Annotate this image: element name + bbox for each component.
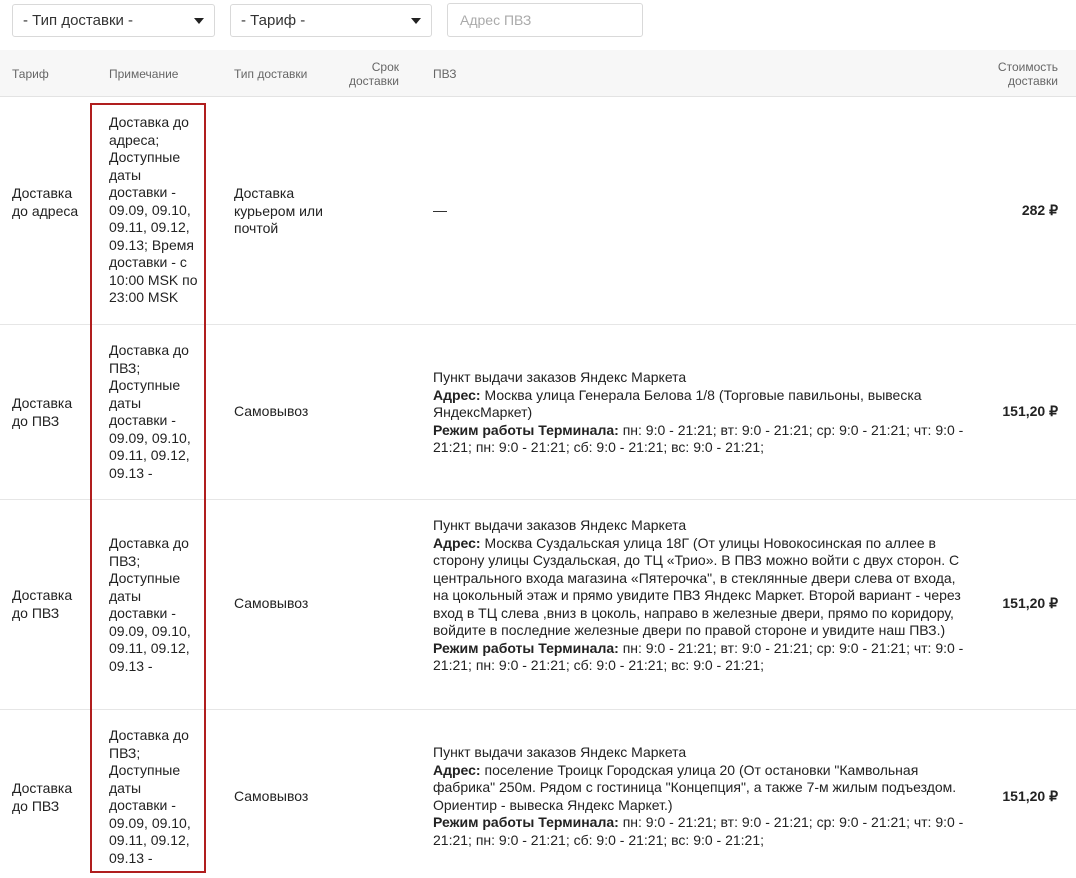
cell-tariff: Доставка до ПВЗ (12, 395, 73, 429)
cell-delivery-type: Самовывоз (234, 788, 309, 804)
cell-note: Доставка до адреса; Доступные даты доста… (109, 114, 198, 305)
cell-tariff: Доставка до ПВЗ (12, 780, 73, 814)
header-cost-line1: Стоимость (997, 60, 1058, 74)
pvz-address-input[interactable]: Адрес ПВЗ (447, 3, 643, 37)
table-row: Доставка до ПВЗ Доставка до ПВЗ; Доступн… (0, 500, 1076, 710)
pvz-hours: Режим работы Терминала: пн: 9:0 - 21:21;… (433, 640, 973, 675)
table-row: Доставка до ПВЗ Доставка до ПВЗ; Доступн… (0, 710, 1076, 878)
pvz-hours: Режим работы Терминала: пн: 9:0 - 21:21;… (433, 814, 973, 849)
delivery-type-select-value: - Тип доставки - (23, 12, 134, 29)
cell-tariff: Доставка до адреса (12, 185, 79, 219)
pvz-title: Пункт выдачи заказов Яндекс Маркета (433, 517, 687, 533)
pvz-address-text: Москва улица Генерала Белова 1/8 (Торгов… (433, 386, 922, 421)
delivery-type-select[interactable]: - Тип доставки - (12, 4, 215, 37)
cell-cost: 151,20 ₽ (1002, 788, 1058, 804)
pvz-hours-label: Режим работы Терминала: (433, 421, 619, 438)
header-note: Примечание (109, 67, 179, 81)
pvz-title: Пункт выдачи заказов Яндекс Маркета (433, 744, 687, 760)
cell-delivery-type: Самовывоз (234, 595, 309, 611)
pvz-address-label: Адрес: (433, 386, 481, 403)
cell-cost: 151,20 ₽ (1002, 403, 1058, 419)
pvz-address: Адрес: поселение Троицк Городская улица … (433, 762, 973, 815)
cell-delivery-type: Самовывоз (234, 403, 309, 419)
cell-tariff: Доставка до ПВЗ (12, 587, 73, 621)
header-delivery-term: Срок доставки (340, 60, 399, 88)
tariff-select-value: - Тариф - (241, 12, 306, 29)
table-row: Доставка до адреса Доставка до адреса; Д… (0, 97, 1076, 325)
header-delivery-type: Тип доставки (234, 67, 308, 81)
tariff-select[interactable]: - Тариф - (230, 4, 432, 37)
cell-note: Доставка до ПВЗ; Доступные даты доставки… (109, 727, 191, 866)
pvz-address-placeholder: Адрес ПВЗ (460, 12, 532, 28)
pvz-address-text: Москва Суздальская улица 18Г (От улицы Н… (433, 534, 961, 639)
header-delivery-term-line1: Срок (371, 60, 399, 74)
cell-pvz: Пункт выдачи заказов Яндекс Маркета Адре… (433, 744, 973, 849)
pvz-address: Адрес: Москва Суздальская улица 18Г (От … (433, 535, 973, 640)
header-cost-line2: доставки (1007, 74, 1058, 88)
header-cost: Стоимость доставки (998, 60, 1058, 88)
chevron-down-icon (411, 18, 421, 24)
pvz-title: Пункт выдачи заказов Яндекс Маркета (433, 369, 687, 385)
pvz-hours-label: Режим работы Терминала: (433, 639, 619, 656)
cell-pvz: Пункт выдачи заказов Яндекс Маркета Адре… (433, 517, 973, 675)
filter-bar: - Тип доставки - - Тариф - Адрес ПВЗ (0, 0, 1076, 50)
pvz-address: Адрес: Москва улица Генерала Белова 1/8 … (433, 387, 973, 422)
table-header: Тариф Примечание Тип доставки Срок доста… (0, 50, 1076, 97)
pvz-address-text: поселение Троицк Городская улица 20 (От … (433, 761, 957, 813)
cell-pvz: Пункт выдачи заказов Яндекс Маркета Адре… (433, 369, 973, 457)
cell-pvz: — (433, 202, 447, 218)
cell-note: Доставка до ПВЗ; Доступные даты доставки… (109, 342, 191, 481)
cell-cost: 151,20 ₽ (1002, 595, 1058, 611)
chevron-down-icon (194, 18, 204, 24)
header-tariff: Тариф (12, 67, 49, 81)
cell-note: Доставка до ПВЗ; Доступные даты доставки… (109, 535, 191, 674)
header-delivery-term-line2: доставки (348, 74, 399, 88)
pvz-address-label: Адрес: (433, 534, 481, 551)
cell-cost: 282 ₽ (1021, 202, 1058, 218)
pvz-address-label: Адрес: (433, 761, 481, 778)
header-pvz: ПВЗ (433, 67, 457, 81)
pvz-hours: Режим работы Терминала: пн: 9:0 - 21:21;… (433, 422, 973, 457)
table-row: Доставка до ПВЗ Доставка до ПВЗ; Доступн… (0, 325, 1076, 500)
cell-delivery-type: Доставка курьером или почтой (234, 185, 323, 236)
pvz-hours-label: Режим работы Терминала: (433, 814, 619, 830)
